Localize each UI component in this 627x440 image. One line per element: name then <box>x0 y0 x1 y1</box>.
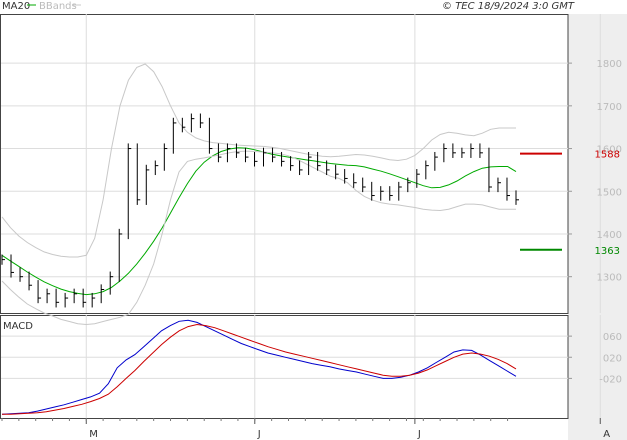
x-axis-tick-label: M <box>89 429 98 440</box>
macd-y-tick-label: 020 <box>603 353 622 364</box>
macd-title: MACD <box>3 321 33 332</box>
chart-frames <box>0 14 627 440</box>
price-panel-frame <box>0 14 569 314</box>
price-y-tick-label: 1400 <box>597 230 622 241</box>
macd-y-tick-label: -020 <box>599 374 622 385</box>
resistance-label: 1588 <box>595 150 620 161</box>
copyright-label: © TEC 18/9/2024 3:0 GMT <box>442 1 575 12</box>
x-axis-tick-label: A <box>603 429 610 440</box>
price-y-tick-label: 1300 <box>597 273 622 284</box>
x-axis-tick-label: J <box>417 429 421 440</box>
ma20-line <box>1 147 517 296</box>
bbands-line <box>1 150 516 326</box>
macd-line <box>1 319 517 415</box>
stock-chart: 130014001500160017001800-020020060MJJAS1… <box>0 1 627 440</box>
price-y-tick-label: 1800 <box>597 59 622 70</box>
x-axis-tick-label: J <box>257 429 261 440</box>
chart-grid <box>1 14 601 424</box>
support-label: 1363 <box>595 246 620 257</box>
price-y-tick-label: 1700 <box>597 102 622 113</box>
legend-ma20: MA20 <box>2 1 30 12</box>
legend-bbands: BBands <box>39 1 77 12</box>
price-y-tick-label: 1500 <box>597 187 622 198</box>
bbands-line <box>1 63 516 258</box>
macd-y-tick-label: 060 <box>603 332 622 343</box>
